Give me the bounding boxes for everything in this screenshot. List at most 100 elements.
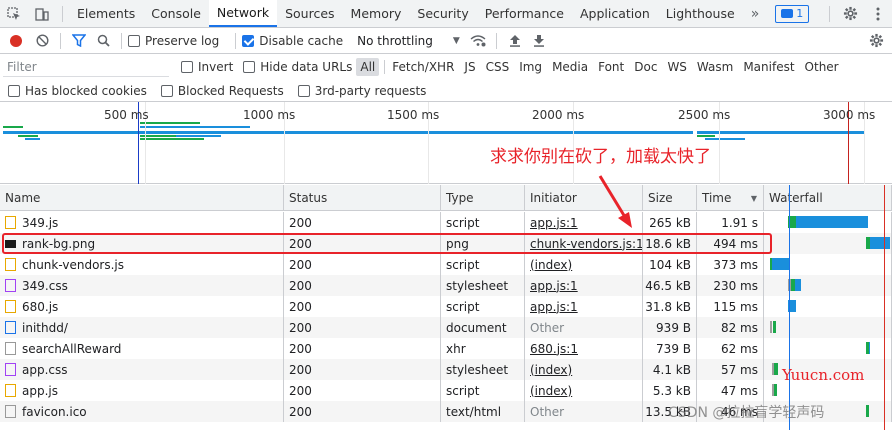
column-header-size[interactable]: Size (643, 185, 697, 211)
type-filter-doc[interactable]: Doc (630, 58, 661, 76)
type-value: stylesheet (446, 362, 509, 377)
tab-sources[interactable]: Sources (277, 0, 342, 27)
table-row[interactable]: 349.js 200 script app.js:1 265 kB 1.91 s (0, 212, 892, 233)
cell-name[interactable]: 680.js (0, 296, 284, 317)
tab-application[interactable]: Application (572, 0, 658, 27)
table-row[interactable]: searchAllReward 200 xhr 680.js:1 739 B 62 ms (0, 338, 892, 359)
import-har-upload-icon[interactable] (503, 29, 527, 53)
type-filter-img[interactable]: Img (515, 58, 546, 76)
type-value: text/html (446, 404, 502, 419)
cell-initiator[interactable]: Other (525, 401, 643, 422)
tab-elements[interactable]: Elements (69, 0, 143, 27)
initiator-value[interactable]: 680.js:1 (530, 342, 578, 356)
type-filter-font[interactable]: Font (594, 58, 628, 76)
preserve-log-checkbox[interactable]: Preserve log (128, 34, 219, 48)
timeline-overview[interactable]: 500 ms 1000 ms 1500 ms 2000 ms 2500 ms 3000 m… (0, 102, 892, 184)
record-button[interactable] (10, 34, 22, 47)
initiator-value[interactable]: (index) (530, 363, 572, 377)
cell-name[interactable]: app.css (0, 359, 284, 380)
inspect-element-icon[interactable] (0, 0, 28, 27)
tab-performance[interactable]: Performance (477, 0, 572, 27)
tab-security[interactable]: Security (409, 0, 476, 27)
cell-initiator[interactable]: app.js:1 (525, 275, 643, 296)
table-row[interactable]: app.css 200 stylesheet (index) 4.1 kB 57 ms (0, 359, 892, 380)
table-row[interactable]: 349.css 200 stylesheet app.js:1 46.5 kB 230 m… (0, 275, 892, 296)
cell-name[interactable]: searchAllReward (0, 338, 284, 359)
filter-icon[interactable] (67, 29, 91, 53)
initiator-value[interactable]: (index) (530, 258, 572, 272)
column-header-name[interactable]: Name (0, 185, 284, 211)
cell-name[interactable]: inithdd/ (0, 317, 284, 338)
has-blocked-cookies-checkbox[interactable]: Has blocked cookies (8, 84, 147, 98)
column-header-waterfall[interactable]: Waterfall (764, 185, 892, 211)
type-filter-ws[interactable]: WS (663, 58, 690, 76)
table-row[interactable]: app.js 200 script (index) 5.3 kB 47 ms (0, 380, 892, 401)
blocked-requests-box[interactable] (160, 84, 173, 97)
size-value: 104 kB (649, 257, 691, 272)
invert-checkbox[interactable]: Invert (181, 60, 233, 74)
settings-gear-icon[interactable] (836, 0, 864, 27)
initiator-value[interactable]: app.js:1 (530, 216, 578, 230)
type-filter-css[interactable]: CSS (482, 58, 514, 76)
cell-name[interactable]: 349.js (0, 212, 284, 233)
has-blocked-cookies-box[interactable] (8, 84, 20, 97)
filter-input[interactable]: Filter (3, 57, 169, 77)
cell-initiator[interactable]: 680.js:1 (525, 338, 643, 359)
table-row[interactable]: inithdd/200 document Other 939 B 82 ms (0, 317, 892, 338)
devtools-tabbar: Elements Console Network Sources Memory Secur… (0, 0, 892, 28)
throttling-select[interactable]: No throttling ▼ (357, 34, 460, 48)
search-icon[interactable] (91, 29, 115, 53)
cell-initiator[interactable]: Other (525, 317, 643, 338)
tab-lighthouse[interactable]: Lighthouse (658, 0, 743, 27)
blocked-requests-checkbox[interactable]: Blocked Requests (160, 84, 284, 98)
type-filter-other[interactable]: Other (801, 58, 843, 76)
type-filter-js[interactable]: JS (460, 58, 479, 76)
issues-badge[interactable]: 1 (775, 4, 810, 23)
type-filter-media[interactable]: Media (548, 58, 592, 76)
invert-box[interactable] (181, 61, 193, 73)
tab-network[interactable]: Network (208, 0, 278, 27)
column-header-status[interactable]: Status (284, 185, 441, 211)
initiator-value[interactable]: (index) (530, 384, 572, 398)
type-filter-manifest[interactable]: Manifest (739, 58, 798, 76)
cell-name[interactable]: favicon.ico (0, 401, 284, 422)
tab-console[interactable]: Console (143, 0, 209, 27)
hide-data-urls-checkbox[interactable]: Hide data URLs (243, 60, 352, 74)
cell-status: 200 (284, 296, 441, 317)
table-row[interactable]: chunk-vendors.js 200 script (index) 104 kB 37… (0, 254, 892, 275)
table-row[interactable]: 680.js 200 script app.js:1 31.8 kB 115 ms (0, 296, 892, 317)
cell-initiator[interactable]: (index) (525, 359, 643, 380)
cell-initiator[interactable]: (index) (525, 380, 643, 401)
hide-data-urls-box[interactable] (243, 61, 256, 73)
cell-type: script (441, 296, 525, 317)
device-toolbar-icon[interactable] (28, 0, 56, 27)
column-header-type[interactable]: Type (441, 185, 525, 211)
network-settings-gear-icon[interactable] (864, 29, 888, 53)
cell-name[interactable]: app.js (0, 380, 284, 401)
name-value: inithdd/ (22, 320, 68, 335)
third-party-requests-checkbox[interactable]: 3rd-party requests (297, 84, 426, 98)
cell-waterfall (764, 275, 892, 296)
more-tabs-button[interactable]: » (743, 6, 768, 22)
disable-cache-box[interactable] (242, 34, 255, 47)
type-filter-fetch-xhr[interactable]: Fetch/XHR (388, 58, 458, 76)
tab-memory[interactable]: Memory (343, 0, 410, 27)
clear-icon[interactable] (30, 29, 54, 53)
cell-initiator[interactable]: (index) (525, 254, 643, 275)
third-party-requests-box[interactable] (297, 84, 310, 97)
disable-cache-checkbox[interactable]: Disable cache (242, 34, 343, 48)
name-value: 680.js (22, 299, 59, 314)
cell-initiator[interactable]: app.js:1 (525, 296, 643, 317)
network-conditions-wifi-icon[interactable] (466, 29, 490, 53)
export-har-download-icon[interactable] (527, 29, 551, 53)
type-filter-all[interactable]: All (356, 58, 380, 76)
cell-name[interactable]: chunk-vendors.js (0, 254, 284, 275)
type-filter-wasm[interactable]: Wasm (693, 58, 737, 76)
preserve-log-box[interactable] (128, 34, 140, 47)
initiator-value[interactable]: app.js:1 (530, 300, 578, 314)
more-options-icon[interactable] (864, 0, 892, 27)
cell-name[interactable]: 349.css (0, 275, 284, 296)
type-value: script (446, 299, 480, 314)
initiator-value[interactable]: app.js:1 (530, 279, 578, 293)
column-header-time[interactable]: Time ▼ (697, 185, 764, 211)
